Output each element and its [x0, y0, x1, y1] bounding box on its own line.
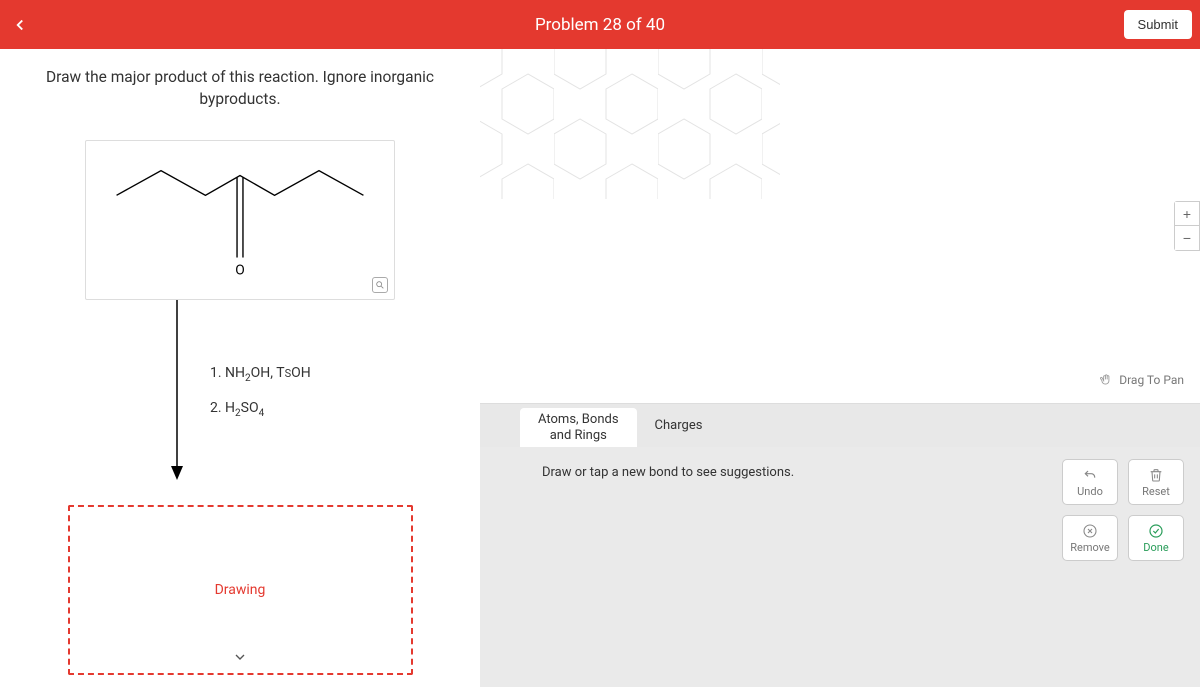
tab-atoms-bonds[interactable]: Atoms, Bonds and Rings	[520, 408, 637, 447]
action-buttons: Undo Reset Remove Done	[1062, 459, 1184, 561]
reagent-list: 1. NH2OH, TSOH 2. H2SO4	[210, 365, 311, 435]
submit-button[interactable]: Submit	[1124, 10, 1192, 39]
molecule-viewer: O	[85, 140, 395, 300]
chevron-down-icon	[232, 649, 248, 665]
drawing-drop-zone[interactable]: Drawing	[68, 505, 413, 675]
magnify-icon	[375, 280, 385, 290]
reagent-2: 2. H2SO4	[210, 400, 311, 419]
drawing-label: Drawing	[215, 582, 266, 598]
reaction-arrow-section: 1. NH2OH, TSOH 2. H2SO4	[40, 300, 440, 485]
undo-icon	[1082, 467, 1098, 483]
editor-panel: Drag To Pan + − Atoms, Bonds and Rings C…	[480, 49, 1200, 687]
drawing-canvas[interactable]: Drag To Pan + −	[480, 49, 1200, 403]
hex-grid-background	[480, 49, 780, 199]
zoom-out-button[interactable]: −	[1175, 226, 1199, 250]
reset-button[interactable]: Reset	[1128, 459, 1184, 505]
trash-icon	[1148, 467, 1164, 483]
hand-icon	[1099, 373, 1113, 387]
zoom-in-button[interactable]: +	[1175, 202, 1199, 226]
zoom-molecule-button[interactable]	[372, 277, 388, 293]
instruction-text: Draw the major product of this reaction.…	[40, 67, 440, 110]
molecule-structure: O	[86, 141, 394, 299]
reaction-arrow-icon	[170, 300, 184, 480]
tool-panel: Draw or tap a new bond to see suggestion…	[480, 447, 1200, 687]
undo-button[interactable]: Undo	[1062, 459, 1118, 505]
tab-charges[interactable]: Charges	[637, 404, 721, 447]
problem-panel: Draw the major product of this reaction.…	[0, 49, 480, 687]
oxygen-label: O	[235, 263, 245, 279]
zoom-controls: + −	[1174, 201, 1200, 251]
drag-pan-hint: Drag To Pan	[1099, 373, 1184, 387]
x-circle-icon	[1082, 523, 1098, 539]
main-content: Draw the major product of this reaction.…	[0, 49, 1200, 687]
arrow-left-icon	[11, 16, 29, 34]
back-button[interactable]	[0, 0, 40, 49]
app-header: Problem 28 of 40 Submit	[0, 0, 1200, 49]
done-button[interactable]: Done	[1128, 515, 1184, 561]
remove-button[interactable]: Remove	[1062, 515, 1118, 561]
tool-tabs: Atoms, Bonds and Rings Charges	[480, 403, 1200, 447]
check-circle-icon	[1148, 523, 1164, 539]
reagent-1: 1. NH2OH, TSOH	[210, 365, 311, 384]
page-title: Problem 28 of 40	[535, 15, 665, 35]
